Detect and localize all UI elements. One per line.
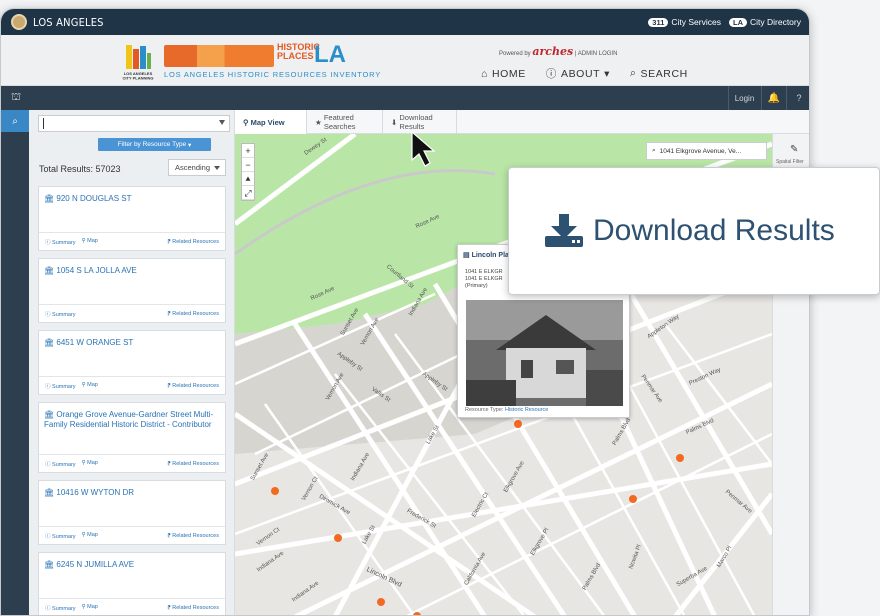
popup-address: 1041 E ELKGR 1041 E ELKGR (Primary) [465,269,503,289]
resource-type-link[interactable]: Historic Resource [505,407,548,413]
map-link[interactable]: ⚲ Map [82,460,98,468]
admin-login-link[interactable]: | ADMIN LOGIN [575,51,618,57]
related-resources-link[interactable]: ⁋ Related Resources [167,461,219,467]
chevron-down-icon [219,120,225,125]
download-results-label: Download Results [593,214,835,247]
map-marker[interactable] [676,454,684,462]
search-icon: ⌕ [12,115,18,127]
filter-by-resource-type-button[interactable]: Filter by Resource Type ▾ [98,138,211,151]
map-link[interactable]: ⚲ Map [82,238,98,246]
la-city-planning-logo[interactable]: LOS ANGELES CITY PLANNING [122,43,154,81]
map-marker[interactable] [629,495,637,503]
result-card[interactable]: 🏛 Orange Grove Avenue-Gardner Street Mul… [38,402,226,473]
search-input[interactable] [38,115,230,132]
city-brand[interactable]: LOS ANGELES [33,16,104,29]
download-icon: ⬇ [391,117,400,127]
tab-featured-searches[interactable]: ★ Featured Searches [307,110,383,134]
help-button[interactable]: ? [786,86,809,110]
popup-title[interactable]: ▤ Lincoln Plac [463,251,513,259]
spatial-filter-label[interactable]: Spatial Filter [776,159,804,165]
pencil-icon[interactable]: ✎ [790,144,798,155]
main-nav: ⌂ HOME ⓘ ABOUT ▾ ⌕ SEARCH [481,66,688,81]
text-cursor [43,118,44,129]
library-icon[interactable]: ⛫ [11,91,21,105]
search-icon: ⌕ [652,147,656,154]
tab-map-view[interactable]: ⚲ Map View [235,110,307,134]
result-card[interactable]: 🏛 1054 S LA JOLLA AVE ⓘ Summary ⁋ Related… [38,258,226,323]
city-directory-link[interactable]: LA City Directory [728,17,801,27]
svg-text:CITY PLANNING: CITY PLANNING [122,76,153,81]
search-tool-button[interactable]: ⌕ [1,110,29,132]
result-title[interactable]: 🏛 Orange Grove Avenue-Gardner Street Mul… [44,410,220,430]
result-title[interactable]: 🏛 1054 S LA JOLLA AVE [44,266,220,276]
site-header: LOS ANGELES CITY PLANNING HISTORIC PLACES… [1,35,809,86]
address-search-input[interactable]: ⌕ 1041 Elkgrove Avenue, Ve... [646,142,767,160]
zoom-out-button[interactable]: − [242,158,254,172]
zoom-in-button[interactable]: + [242,144,254,158]
related-resources-link[interactable]: ⁋ Related Resources [167,239,219,245]
total-results: Total Results: 57023 [39,164,121,174]
summary-link[interactable]: ⓘ Summary [45,532,76,540]
document-icon: ▤ [463,252,472,259]
search-results-panel: Filter by Resource Type ▾ Total Results:… [29,110,235,615]
view-tabs: ⚲ Map View ★ Featured Searches ⬇ Downloa… [235,110,809,134]
resource-photo [466,300,623,406]
compass-icon[interactable]: ⯅ [242,172,254,186]
chevron-down-icon: ▾ [604,67,611,80]
related-resources-link[interactable]: ⁋ Related Resources [167,533,219,539]
historic-places-logo-graphic [164,45,274,67]
map-link[interactable]: ⚲ Map [82,382,98,390]
zoom-control: + − ⯅ ⤢ [241,143,255,201]
login-button[interactable]: Login [728,86,760,110]
powered-by-arches: Powered by arches | ADMIN LOGIN [499,45,618,58]
map-marker[interactable] [334,534,342,542]
map-marker[interactable] [514,420,522,428]
related-resources-link[interactable]: ⁋ Related Resources [167,311,219,317]
star-icon: ★ [315,117,324,127]
nav-about[interactable]: ⓘ ABOUT ▾ [546,66,610,81]
result-card[interactable]: 🏛 6245 N JUMILLA AVE ⓘ Summary ⚲ Map ⁋ Rel… [38,552,226,615]
bell-icon[interactable]: 🔔 [761,86,786,110]
city-topbar: LOS ANGELES 311 City Services LA City Dire… [1,9,809,35]
map-marker-icon: ⚲ [243,117,251,127]
browser-frame: LOS ANGELES 311 City Services LA City Dire… [0,8,810,616]
city-seal-icon [11,14,27,30]
home-icon: ⌂ [481,67,488,80]
historic-places-la: LA [314,41,346,68]
city-services-link[interactable]: 311 City Services [648,17,721,27]
summary-link[interactable]: ⓘ Summary [45,238,76,246]
result-title[interactable]: 🏛 920 N DOUGLAS ST [44,194,220,204]
nav-search[interactable]: ⌕ SEARCH [630,66,688,81]
sort-select[interactable]: Ascending [168,159,226,176]
summary-link[interactable]: ⓘ Summary [45,460,76,468]
result-title[interactable]: 🏛 6451 W ORANGE ST [44,338,220,348]
summary-link[interactable]: ⓘ Summary [45,310,76,318]
fullscreen-icon[interactable]: ⤢ [242,186,254,200]
result-card[interactable]: 🏛 920 N DOUGLAS ST ⓘ Summary ⚲ Map ⁋ Relat… [38,186,226,251]
summary-link[interactable]: ⓘ Summary [45,382,76,390]
app-navbar: ⛫ Login 🔔 ? [1,86,809,110]
mouse-cursor-icon [411,130,436,167]
search-icon: ⌕ [630,67,637,79]
historic-places-subtitle: LOS ANGELES HISTORIC RESOURCES INVENTORY [164,70,382,79]
related-resources-link[interactable]: ⁋ Related Resources [167,605,219,611]
info-icon: ⓘ [545,68,557,80]
chevron-down-icon [214,166,220,170]
result-title[interactable]: 🏛 6245 N JUMILLA AVE [44,560,220,570]
map-marker[interactable] [271,487,279,495]
summary-link[interactable]: ⓘ Summary [45,604,76,612]
nav-home[interactable]: ⌂ HOME [481,66,526,81]
map-marker[interactable] [377,598,385,606]
result-card[interactable]: 🏛 10416 W WYTON DR ⓘ Summary ⚲ Map ⁋ Relat… [38,480,226,545]
download-icon [545,214,583,247]
left-toolstrip: ⌕ [1,110,29,615]
result-title[interactable]: 🏛 10416 W WYTON DR [44,488,220,498]
result-card[interactable]: 🏛 6451 W ORANGE ST ⓘ Summary ⚲ Map ⁋ Relat… [38,330,226,395]
map-link[interactable]: ⚲ Map [82,532,98,540]
popup-resource-type: Resource Type: Historic Resource [465,407,549,413]
download-results-callout[interactable]: Download Results [508,167,880,295]
map-link[interactable]: ⚲ Map [82,604,98,612]
related-resources-link[interactable]: ⁋ Related Resources [167,383,219,389]
